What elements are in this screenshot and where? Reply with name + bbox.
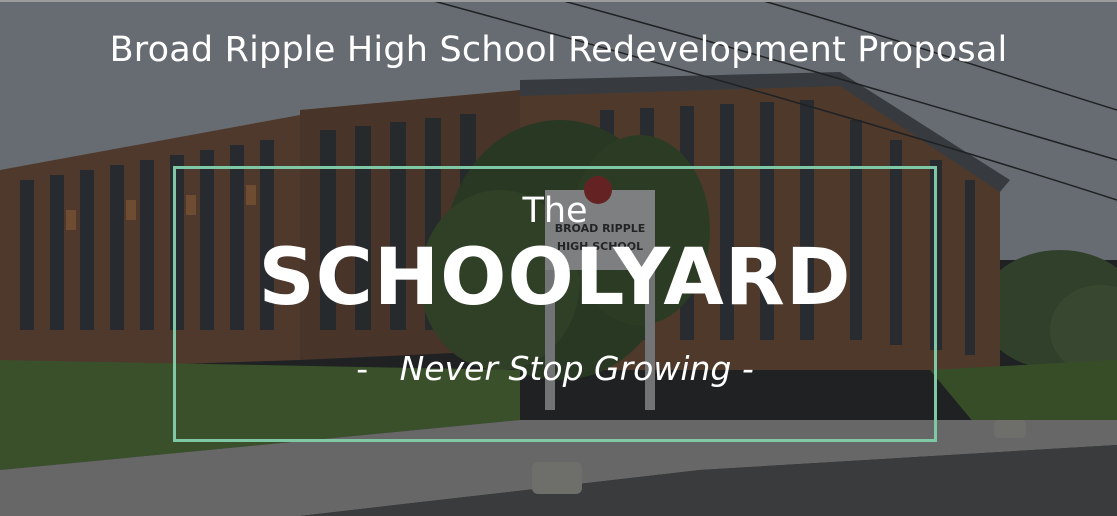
main-title: SCHOOLYARD: [258, 233, 852, 323]
top-divider: [0, 0, 1117, 2]
title-frame: The SCHOOLYARD - Never Stop Growing -: [173, 166, 937, 442]
tagline-text: Never Stop Growing: [399, 349, 732, 388]
tagline: - Never Stop Growing -: [176, 349, 934, 388]
tagline-trail-dash: -: [741, 349, 754, 388]
page-title: Broad Ripple High School Redevelopment P…: [109, 30, 1008, 70]
pre-title: The: [522, 191, 588, 231]
hero-banner: BROAD RIPPLE HIGH SCHOOL Broad Ripple Hi…: [0, 0, 1117, 516]
tagline-lead-dash: -: [356, 349, 369, 388]
